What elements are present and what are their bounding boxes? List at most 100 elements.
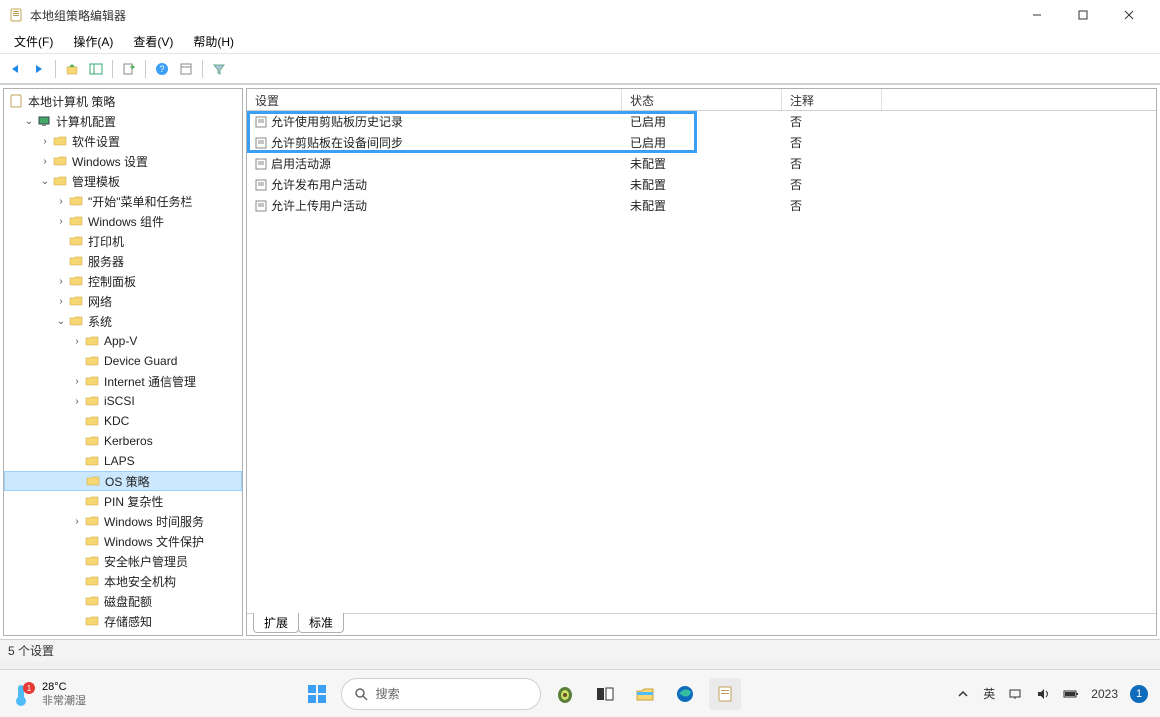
- setting-icon: [255, 116, 267, 128]
- column-state[interactable]: 状态: [622, 89, 782, 110]
- setting-name: 启用活动源: [271, 155, 331, 172]
- taskbar-taskview[interactable]: [589, 678, 621, 710]
- minimize-button[interactable]: [1014, 0, 1060, 30]
- tree-start-taskbar[interactable]: ›"开始"菜单和任务栏: [4, 191, 242, 211]
- chevron-right-icon[interactable]: ›: [38, 136, 52, 147]
- clock[interactable]: 2023: [1091, 687, 1118, 701]
- list-row[interactable]: 允许发布用户活动 未配置 否: [247, 174, 1156, 195]
- taskbar-left[interactable]: 1 28°C 非常潮湿: [0, 680, 86, 708]
- taskbar-search[interactable]: 搜索: [341, 678, 541, 710]
- tree-iscsi[interactable]: ›iSCSI: [4, 391, 242, 411]
- chevron-right-icon[interactable]: ›: [70, 376, 84, 387]
- export-button[interactable]: [118, 58, 140, 80]
- chevron-right-icon[interactable]: ›: [38, 156, 52, 167]
- list-body[interactable]: 允许使用剪贴板历史记录 已启用 否 允许剪贴板在设备间同步 已启用 否 启用活动…: [247, 111, 1156, 613]
- back-button[interactable]: [4, 58, 26, 80]
- taskbar-explorer[interactable]: [629, 678, 661, 710]
- setting-name: 允许上传用户活动: [271, 197, 367, 214]
- column-comment[interactable]: 注释: [782, 89, 882, 110]
- tree-os-policy[interactable]: OS 策略: [4, 471, 242, 491]
- tree-admin-templates[interactable]: ⌄管理模板: [4, 171, 242, 191]
- tree-pin[interactable]: PIN 复杂性: [4, 491, 242, 511]
- up-button[interactable]: [61, 58, 83, 80]
- weather-widget[interactable]: 28°C 非常潮湿: [42, 680, 86, 708]
- list-row[interactable]: 允许上传用户活动 未配置 否: [247, 195, 1156, 216]
- chevron-right-icon[interactable]: ›: [70, 336, 84, 347]
- tree-printer[interactable]: 打印机: [4, 231, 242, 251]
- help-button[interactable]: ?: [151, 58, 173, 80]
- tree-network[interactable]: ›网络: [4, 291, 242, 311]
- chevron-right-icon[interactable]: ›: [54, 216, 68, 227]
- tree-server[interactable]: 服务器: [4, 251, 242, 271]
- tree-storage-sense[interactable]: 存储感知: [4, 611, 242, 631]
- menu-file[interactable]: 文件(F): [4, 31, 63, 52]
- setting-state: 未配置: [622, 176, 782, 193]
- folder-icon: [68, 193, 84, 209]
- tree-kerberos[interactable]: Kerberos: [4, 431, 242, 451]
- tree-software[interactable]: ›软件设置: [4, 131, 242, 151]
- show-hide-tree-button[interactable]: [85, 58, 107, 80]
- tree-windows-fileprotect[interactable]: Windows 文件保护: [4, 531, 242, 551]
- menu-help[interactable]: 帮助(H): [183, 31, 244, 52]
- list-row[interactable]: 启用活动源 未配置 否: [247, 153, 1156, 174]
- taskbar-gpedit[interactable]: [709, 678, 741, 710]
- column-setting[interactable]: 设置: [247, 89, 622, 110]
- tab-extended[interactable]: 扩展: [253, 613, 299, 633]
- tree-disk-quota[interactable]: 磁盘配额: [4, 591, 242, 611]
- status-text: 5 个设置: [8, 642, 54, 659]
- forward-button[interactable]: [28, 58, 50, 80]
- list-row[interactable]: 允许剪贴板在设备间同步 已启用 否: [247, 132, 1156, 153]
- taskbar-edge[interactable]: [669, 678, 701, 710]
- menu-view[interactable]: 查看(V): [123, 31, 183, 52]
- tree-device-guard[interactable]: Device Guard: [4, 351, 242, 371]
- chevron-right-icon[interactable]: ›: [54, 296, 68, 307]
- list-row[interactable]: 允许使用剪贴板历史记录 已启用 否: [247, 111, 1156, 132]
- tree-root[interactable]: 本地计算机 策略: [4, 91, 242, 111]
- setting-comment: 否: [782, 113, 882, 130]
- close-button[interactable]: [1106, 0, 1152, 30]
- notification-badge[interactable]: 1: [1130, 685, 1148, 703]
- tree-sam[interactable]: 安全帐户管理员: [4, 551, 242, 571]
- folder-icon: [68, 233, 84, 249]
- properties-button[interactable]: [175, 58, 197, 80]
- tab-standard[interactable]: 标准: [298, 613, 344, 633]
- maximize-button[interactable]: [1060, 0, 1106, 30]
- folder-open-icon: [85, 473, 101, 489]
- folder-icon: [84, 373, 100, 389]
- tree-appv[interactable]: ›App-V: [4, 331, 242, 351]
- tree-laps[interactable]: LAPS: [4, 451, 242, 471]
- taskbar-app-avocado[interactable]: [549, 678, 581, 710]
- tree-lsa[interactable]: 本地安全机构: [4, 571, 242, 591]
- setting-comment: 否: [782, 197, 882, 214]
- ime-indicator[interactable]: 英: [983, 685, 995, 702]
- filter-button[interactable]: [208, 58, 230, 80]
- chevron-down-icon[interactable]: ⌄: [38, 176, 52, 187]
- chevron-right-icon[interactable]: ›: [54, 276, 68, 287]
- tree-pane[interactable]: 本地计算机 策略 ⌄计算机配置 ›软件设置 ›Windows 设置 ⌄管理模板 …: [3, 88, 243, 636]
- volume-icon[interactable]: [1035, 686, 1051, 702]
- start-button[interactable]: [301, 678, 333, 710]
- tree-system[interactable]: ⌄系统: [4, 311, 242, 331]
- setting-comment: 否: [782, 155, 882, 172]
- tree-control-panel[interactable]: ›控制面板: [4, 271, 242, 291]
- taskbar-right: 英 2023 1: [955, 685, 1160, 703]
- tree-internet-comm[interactable]: ›Internet 通信管理: [4, 371, 242, 391]
- chevron-right-icon[interactable]: ›: [70, 396, 84, 407]
- chevron-right-icon[interactable]: ›: [70, 516, 84, 527]
- tree-computer-config[interactable]: ⌄计算机配置: [4, 111, 242, 131]
- chevron-right-icon[interactable]: ›: [54, 196, 68, 207]
- tree-windows-settings[interactable]: ›Windows 设置: [4, 151, 242, 171]
- menu-action[interactable]: 操作(A): [63, 31, 123, 52]
- network-icon[interactable]: [1007, 686, 1023, 702]
- window-title: 本地组策略编辑器: [30, 7, 1014, 24]
- setting-icon: [255, 137, 267, 149]
- folder-icon: [84, 393, 100, 409]
- battery-icon[interactable]: [1063, 686, 1079, 702]
- tree-windows-time[interactable]: ›Windows 时间服务: [4, 511, 242, 531]
- weather-desc: 非常潮湿: [42, 694, 86, 708]
- tray-chevron-icon[interactable]: [955, 686, 971, 702]
- tree-kdc[interactable]: KDC: [4, 411, 242, 431]
- chevron-down-icon[interactable]: ⌄: [54, 316, 68, 327]
- tree-windows-components[interactable]: ›Windows 组件: [4, 211, 242, 231]
- chevron-down-icon[interactable]: ⌄: [22, 116, 36, 127]
